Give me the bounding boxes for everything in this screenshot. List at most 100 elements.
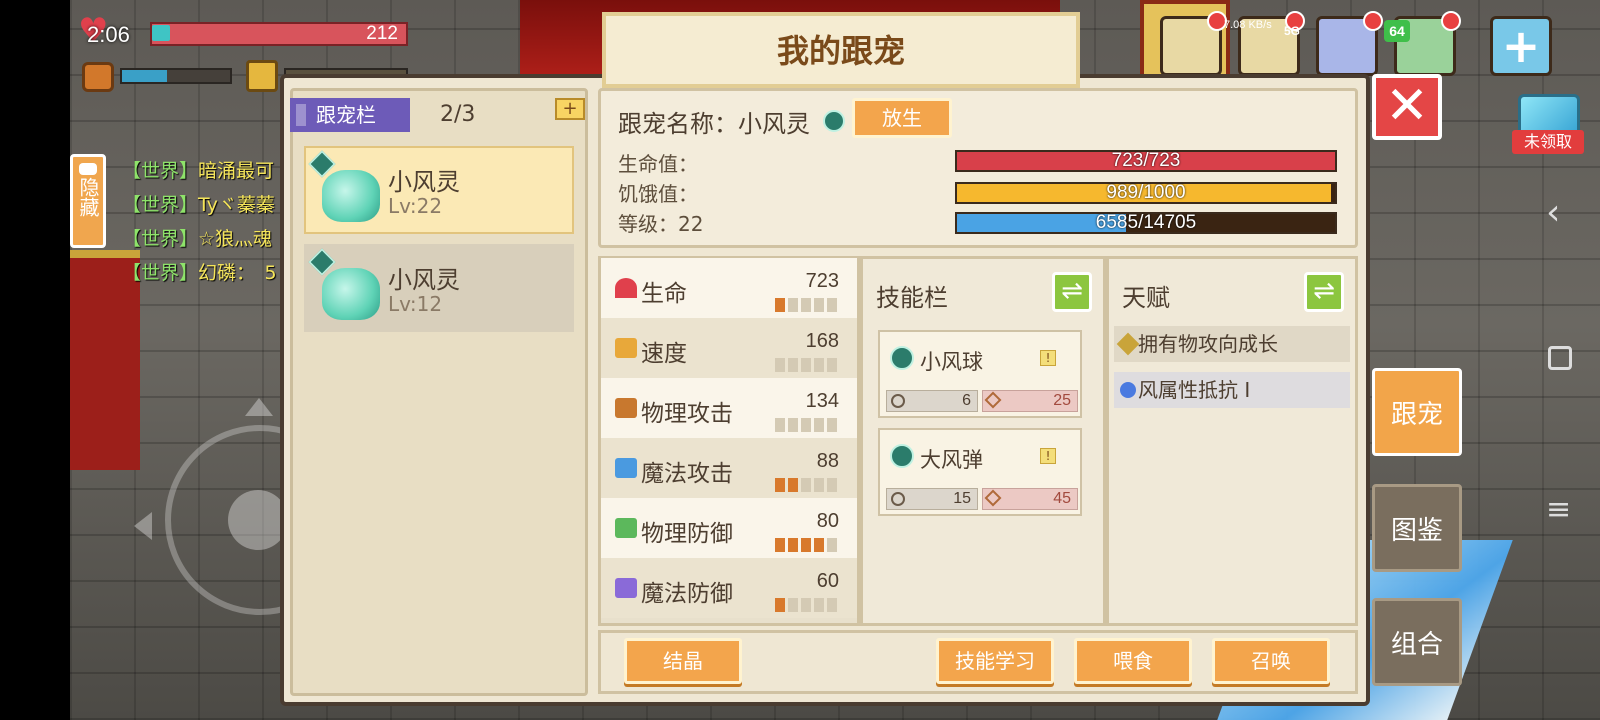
chat-line: 【世界】暗涌最可	[122, 160, 275, 182]
attribute-row: 速度 168	[601, 318, 857, 378]
joystick-knob[interactable]	[228, 490, 288, 550]
heart-icon	[615, 278, 637, 298]
cost-box: 25	[982, 390, 1078, 412]
growth-pip	[814, 298, 824, 312]
growth-pip	[775, 418, 785, 432]
tab-combination[interactable]: 组合	[1372, 598, 1462, 686]
magic-shield-icon	[615, 578, 637, 598]
level-label: 等级：22	[618, 212, 704, 236]
growth-pip	[827, 418, 837, 432]
back-chevron-icon[interactable]: ‹	[1546, 192, 1560, 233]
pet-name: 小风灵	[388, 168, 460, 196]
growth-pip	[788, 298, 798, 312]
growth-pips	[775, 418, 839, 432]
wind-element-icon	[890, 346, 914, 370]
shield-icon	[615, 518, 637, 538]
pet-hp-bar: 723/723	[955, 150, 1337, 172]
learn-skill-button[interactable]: 技能学习	[936, 638, 1054, 684]
reward-status[interactable]: 未领取	[1512, 130, 1584, 154]
growth-pip	[788, 358, 798, 372]
cracker-icon	[246, 60, 278, 92]
close-button[interactable]: ✕	[1372, 74, 1442, 140]
add-slot-button[interactable]: +	[555, 98, 585, 120]
game-screen: ♥ 212 2:06 隐藏 【世界】暗涌最可 【世界】Tyヾ蓁蓁 【世界】☆狼灬…	[0, 0, 1600, 720]
attribute-label: 物理防御	[641, 521, 733, 547]
chat-line: 【世界】幻磷： 5	[122, 262, 277, 284]
fist-icon	[615, 398, 637, 418]
arrow-left-icon[interactable]	[134, 512, 152, 540]
growth-pip	[827, 358, 837, 372]
crystal-button[interactable]: 结晶	[624, 638, 742, 684]
attribute-row: 魔法攻击 88	[601, 438, 857, 498]
plus-icon: +	[1501, 19, 1541, 73]
growth-pips	[775, 478, 839, 492]
menu-icon[interactable]: ≡	[1546, 492, 1571, 527]
feed-button[interactable]: 喂食	[1074, 638, 1192, 684]
magic-hand-icon	[615, 458, 637, 478]
attribute-value: 134	[805, 390, 839, 412]
pet-exp-text: 6585/14705	[1095, 212, 1197, 233]
skill-name: 大风弹	[920, 448, 983, 472]
dialog-title: 我的跟宠	[776, 32, 905, 70]
chat-bubble-icon	[79, 163, 97, 175]
pet-level: Lv:22	[388, 194, 443, 218]
attribute-label: 速度	[641, 341, 687, 367]
pet-hunger-text: 989/1000	[1106, 182, 1186, 203]
clock-time: 2:06	[87, 22, 130, 47]
tab-pets[interactable]: 跟宠	[1372, 368, 1462, 456]
growth-pip	[775, 538, 785, 552]
talent-text: 风属性抵抗 I	[1138, 378, 1251, 402]
wind-resist-icon	[1120, 382, 1136, 398]
pet-hunger-bar: 989/1000	[955, 182, 1337, 204]
growth-pip	[801, 418, 811, 432]
growth-pip	[814, 358, 824, 372]
boot-icon	[615, 338, 637, 358]
growth-pip	[814, 478, 824, 492]
talent-swap-button[interactable]: ⇌	[1304, 272, 1344, 312]
home-square-icon[interactable]	[1548, 346, 1572, 370]
attribute-value: 80	[816, 510, 839, 532]
pet-card[interactable]: 小风灵 Lv:12	[304, 244, 574, 332]
attribute-value: 88	[816, 450, 839, 472]
attribute-label: 魔法攻击	[641, 461, 733, 487]
attribute-value: 168	[805, 330, 839, 352]
talent-item: 风属性抵抗 I	[1114, 372, 1350, 408]
attribute-row: 物理防御 80	[601, 498, 857, 558]
hunger-label: 饥饿值：	[618, 182, 698, 206]
skill-swap-button[interactable]: ⇌	[1052, 272, 1092, 312]
attribute-row: 物理攻击 134	[601, 378, 857, 438]
hide-chat-button[interactable]: 隐藏	[70, 154, 106, 248]
burger-icon	[82, 62, 114, 92]
growth-pip	[801, 298, 811, 312]
skill-card[interactable]: 小风球 ! 6 25	[878, 330, 1082, 418]
attribute-row: 魔法防御 60	[601, 558, 857, 618]
attribute-label: 生命	[641, 281, 687, 307]
growth-pip	[788, 478, 798, 492]
arrow-up-icon[interactable]	[245, 398, 273, 416]
tab-encyclopedia[interactable]: 图鉴	[1372, 484, 1462, 572]
chat-line: 【世界】☆狼灬魂	[122, 228, 273, 250]
cooldown-box: 6	[886, 390, 978, 412]
phone-status-bar: 7.08 KB/s 5G 64	[1188, 18, 1410, 46]
growth-pip	[827, 598, 837, 612]
growth-pip	[775, 598, 785, 612]
growth-pip	[827, 478, 837, 492]
cooldown-value: 6	[962, 392, 971, 409]
skill-card[interactable]: 大风弹 ! 15 45	[878, 428, 1082, 516]
pet-card[interactable]: 小风灵 Lv:22	[304, 146, 574, 234]
growth-pips	[775, 538, 839, 552]
pet-name-label: 跟宠名称：小风灵	[618, 110, 810, 138]
chat-line: 【世界】Tyヾ蓁蓁	[122, 194, 275, 216]
talent-title: 天赋	[1122, 284, 1170, 312]
growth-pip	[775, 478, 785, 492]
attribute-label: 魔法防御	[641, 581, 733, 607]
growth-pip	[801, 598, 811, 612]
hp-label: 生命值：	[618, 152, 698, 176]
growth-pip	[775, 298, 785, 312]
summon-button[interactable]: 召唤	[1212, 638, 1330, 684]
player-hp-value: 212	[366, 23, 398, 44]
release-button[interactable]: 放生	[852, 98, 952, 138]
growth-pip	[801, 538, 811, 552]
growth-pip	[827, 538, 837, 552]
add-button[interactable]: +	[1490, 16, 1552, 76]
